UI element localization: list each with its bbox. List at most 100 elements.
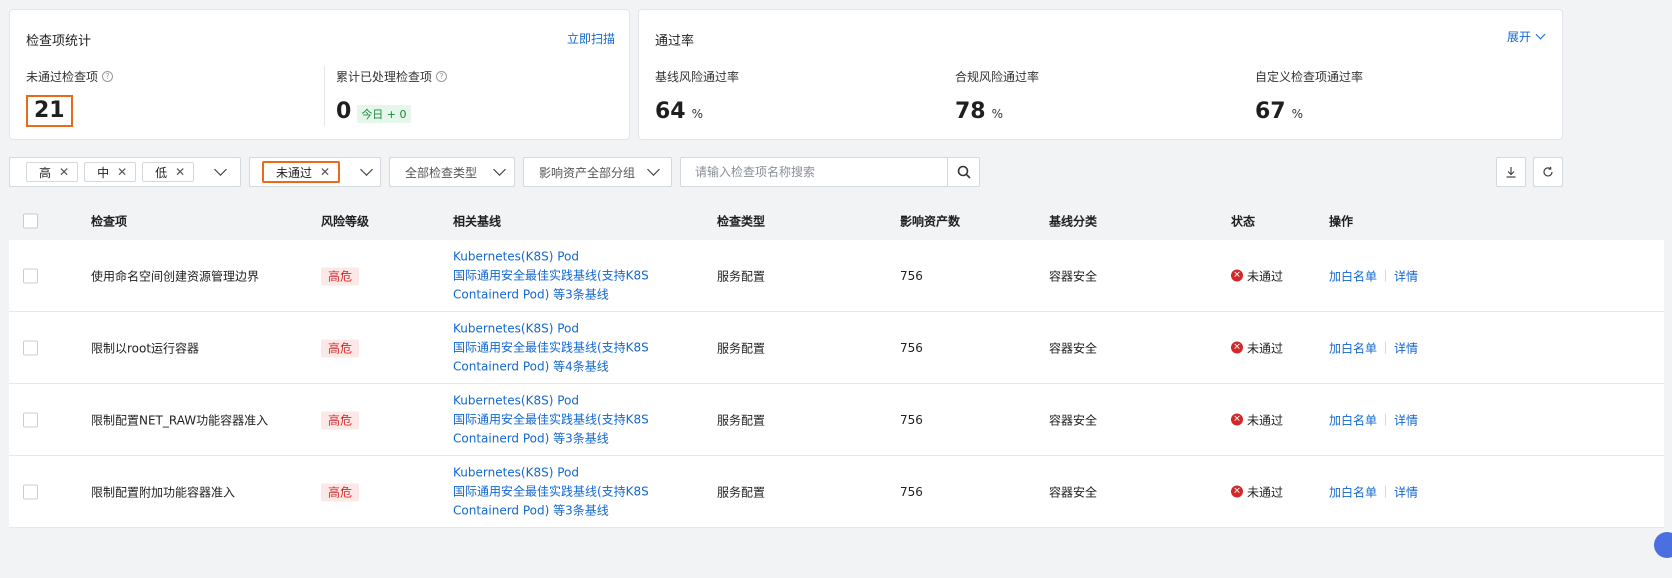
- baseline-line: Kubernetes(K8S) Pod: [453, 465, 579, 479]
- detail-link[interactable]: 详情: [1394, 483, 1418, 500]
- search-icon: [957, 165, 971, 179]
- status-tag-label: 未通过: [276, 165, 313, 180]
- table-row: 限制配置附加功能容器准入 高危 Kubernetes(K8S) Pod 国际通用…: [9, 456, 1664, 528]
- header-check-type: 检查类型: [717, 214, 766, 229]
- stats-card-title: 检查项统计: [26, 34, 92, 49]
- add-whitelist-link[interactable]: 加白名单: [1329, 267, 1377, 284]
- custom-rate-value: 67: [1255, 99, 1286, 124]
- row-checkbox[interactable]: [23, 340, 38, 355]
- action-separator: [1385, 413, 1387, 426]
- select-all-checkbox[interactable]: [23, 213, 38, 229]
- baseline-rate-label: 基线风险通过率: [655, 70, 740, 84]
- scan-now-link[interactable]: 立即扫描: [567, 30, 615, 47]
- assistant-float-button[interactable]: [1654, 532, 1672, 558]
- baseline-line: 国际通用安全最佳实践基线(支持K8S: [453, 484, 649, 498]
- risk-tag-label: 低: [155, 165, 168, 180]
- risk-badge: 高危: [321, 411, 360, 429]
- asset-group-label: 影响资产全部分组: [539, 165, 636, 180]
- add-whitelist-link[interactable]: 加白名单: [1329, 339, 1377, 356]
- risk-tag-medium[interactable]: 中 ✕: [84, 162, 137, 182]
- risk-tag-high[interactable]: 高 ✕: [26, 162, 79, 182]
- chevron-down-icon[interactable]: [360, 163, 373, 176]
- table-row: 限制以root运行容器 高危 Kubernetes(K8S) Pod 国际通用安…: [9, 312, 1664, 384]
- status-text: 未通过: [1247, 413, 1284, 427]
- expand-link[interactable]: 展开: [1506, 28, 1546, 45]
- asset-count: 756: [900, 412, 923, 427]
- header-category: 基线分类: [1049, 214, 1098, 229]
- baseline-line: Kubernetes(K8S) Pod: [453, 393, 579, 407]
- status-tag[interactable]: 未通过 ✕: [262, 161, 341, 183]
- asset-count: 756: [900, 268, 923, 283]
- failed-metric-label: 未通过检查项: [26, 70, 99, 84]
- risk-tag-label: 高: [39, 165, 52, 180]
- chevron-down-icon[interactable]: [214, 163, 228, 176]
- check-type-select[interactable]: 全部检查类型: [389, 157, 515, 187]
- check-type: 服务配置: [717, 269, 766, 283]
- header-status: 状态: [1231, 214, 1256, 229]
- row-checkbox[interactable]: [23, 484, 38, 499]
- check-item-name: 限制配置NET_RAW功能容器准入: [91, 413, 269, 427]
- risk-badge: 高危: [321, 267, 360, 285]
- asset-group-select[interactable]: 影响资产全部分组: [523, 157, 672, 187]
- metric-divider: [324, 66, 325, 126]
- header-baseline: 相关基线: [453, 214, 502, 229]
- asset-count: 756: [900, 340, 923, 355]
- fail-icon: ✕: [1231, 485, 1243, 498]
- custom-rate-label: 自定义检查项通过率: [1255, 70, 1364, 84]
- baseline-line: Kubernetes(K8S) Pod: [453, 249, 579, 263]
- help-icon[interactable]: ?: [102, 71, 114, 82]
- handled-count: 0: [336, 99, 352, 124]
- download-button[interactable]: [1496, 157, 1526, 187]
- status-filter[interactable]: 未通过 ✕: [249, 157, 381, 187]
- check-type: 服务配置: [717, 485, 766, 499]
- today-badge: 今日 + 0: [357, 105, 411, 123]
- risk-level-filter[interactable]: 高 ✕ 中 ✕ 低 ✕: [9, 157, 241, 187]
- baseline-link[interactable]: Kubernetes(K8S) Pod 国际通用安全最佳实践基线(支持K8S C…: [453, 247, 649, 304]
- baseline-rate-metric: 基线风险通过率 64%: [655, 68, 739, 124]
- search-button[interactable]: [947, 157, 979, 187]
- detail-link[interactable]: 详情: [1394, 339, 1418, 356]
- percent-unit: %: [1291, 107, 1304, 121]
- compliance-rate-value: 78: [955, 99, 986, 124]
- asset-count: 756: [900, 484, 923, 499]
- action-separator: [1385, 341, 1387, 354]
- baseline-category: 容器安全: [1049, 269, 1098, 283]
- baseline-category: 容器安全: [1049, 413, 1098, 427]
- close-icon[interactable]: ✕: [320, 165, 330, 179]
- table-row: 使用命名空间创建资源管理边界 高危 Kubernetes(K8S) Pod 国际…: [9, 240, 1664, 312]
- check-type: 服务配置: [717, 413, 766, 427]
- baseline-link[interactable]: Kubernetes(K8S) Pod 国际通用安全最佳实践基线(支持K8S C…: [453, 463, 649, 520]
- failed-count: 21: [26, 95, 73, 127]
- refresh-button[interactable]: [1533, 157, 1563, 187]
- risk-tag-low[interactable]: 低 ✕: [142, 162, 195, 182]
- custom-rate-metric: 自定义检查项通过率 67%: [1255, 68, 1363, 124]
- status-cell: ✕ 未通过: [1231, 339, 1283, 356]
- help-icon[interactable]: ?: [436, 71, 448, 82]
- close-icon[interactable]: ✕: [175, 165, 185, 179]
- add-whitelist-link[interactable]: 加白名单: [1329, 411, 1377, 428]
- close-icon[interactable]: ✕: [59, 165, 69, 179]
- row-checkbox[interactable]: [23, 268, 38, 283]
- row-checkbox[interactable]: [23, 412, 38, 427]
- fail-icon: ✕: [1231, 341, 1243, 354]
- check-items-table: 检查项 风险等级 相关基线 检查类型 影响资产数 基线分类 状态 操作 使用命名…: [9, 202, 1664, 528]
- baseline-link[interactable]: Kubernetes(K8S) Pod 国际通用安全最佳实践基线(支持K8S C…: [453, 391, 649, 448]
- baseline-link[interactable]: Kubernetes(K8S) Pod 国际通用安全最佳实践基线(支持K8S C…: [453, 319, 649, 376]
- add-whitelist-link[interactable]: 加白名单: [1329, 483, 1377, 500]
- detail-link[interactable]: 详情: [1394, 267, 1418, 284]
- refresh-icon: [1543, 166, 1553, 177]
- expand-label: 展开: [1506, 30, 1531, 44]
- table-header: 检查项 风险等级 相关基线 检查类型 影响资产数 基线分类 状态 操作: [9, 202, 1664, 240]
- failed-metric: 未通过检查项? 21: [26, 68, 114, 127]
- close-icon[interactable]: ✕: [117, 165, 127, 179]
- row-actions: 加白名单 详情: [1329, 339, 1418, 356]
- search-input[interactable]: [681, 165, 947, 179]
- percent-unit: %: [691, 107, 704, 121]
- fail-icon: ✕: [1231, 269, 1243, 282]
- pass-rate-card: 通过率 展开 基线风险通过率 64% 合规风险通过率 78% 自定义检查项通过率…: [638, 9, 1563, 140]
- baseline-category: 容器安全: [1049, 341, 1098, 355]
- row-actions: 加白名单 详情: [1329, 267, 1418, 284]
- status-cell: ✕ 未通过: [1231, 411, 1283, 428]
- baseline-line: Containerd Pod) 等3条基线: [453, 431, 609, 445]
- detail-link[interactable]: 详情: [1394, 411, 1418, 428]
